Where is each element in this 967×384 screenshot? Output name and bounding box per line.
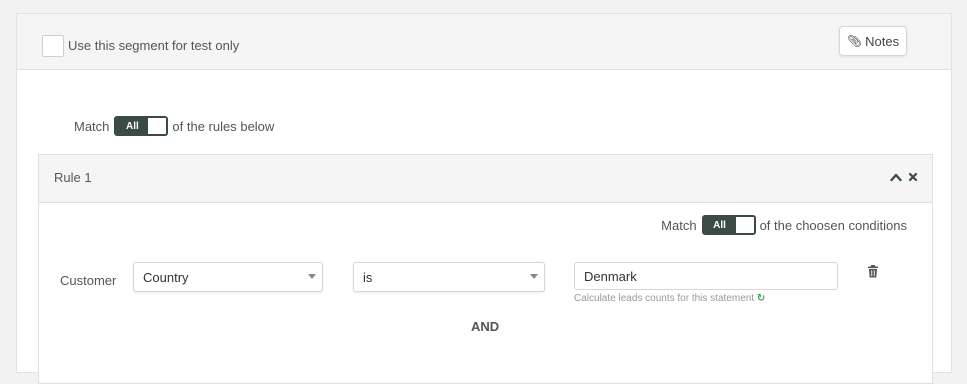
test-only-label: Use this segment for test only xyxy=(68,38,240,53)
toggle-off-area xyxy=(148,118,167,134)
chevron-up-icon[interactable] xyxy=(890,171,902,185)
paperclip-icon: 📎︎ xyxy=(846,34,863,48)
panel-header: Use this segment for test only 📎︎ Notes xyxy=(17,14,951,70)
notes-button-label: Notes xyxy=(865,33,900,49)
operator-select-value: is xyxy=(363,269,373,285)
test-only-checkbox[interactable] xyxy=(42,35,64,57)
rule-card: Rule 1 Match All of the choosen conditio… xyxy=(38,154,933,384)
calc-link-text: Calculate leads counts for this statemen… xyxy=(574,293,755,304)
trash-icon[interactable] xyxy=(867,265,879,279)
refresh-icon: ↻ xyxy=(756,293,766,304)
field-select-value: Country xyxy=(143,269,189,285)
caret-down-icon xyxy=(308,274,316,279)
match-prefix: Match xyxy=(74,118,110,134)
conditions-match-toggle[interactable]: All xyxy=(701,215,756,235)
rules-match-toggle[interactable]: All xyxy=(114,116,169,136)
rule-header: Rule 1 xyxy=(39,155,932,203)
rules-match-row: Match All of the rules below xyxy=(74,116,274,136)
toggle-off-area xyxy=(735,217,754,233)
toggle-on-label: All xyxy=(703,217,736,233)
notes-button[interactable]: 📎︎ Notes xyxy=(839,26,907,56)
calculate-leads-link[interactable]: Calculate leads counts for this statemen… xyxy=(574,293,765,304)
and-connector: AND xyxy=(471,319,500,334)
caret-down-icon xyxy=(530,274,538,279)
cond-match-suffix: of the choosen conditions xyxy=(759,217,907,233)
toggle-on-label: All xyxy=(116,118,149,134)
segment-panel: Use this segment for test only 📎︎ Notes … xyxy=(16,13,952,384)
close-icon[interactable] xyxy=(908,171,918,185)
field-select[interactable]: Country xyxy=(133,262,323,292)
rule-actions xyxy=(890,171,918,185)
operator-select[interactable]: is xyxy=(353,262,545,292)
entity-label: Customer xyxy=(60,273,117,288)
match-suffix: of the rules below xyxy=(172,118,275,134)
conditions-match-row: Match All of the choosen conditions xyxy=(661,215,907,235)
condition-value-input[interactable] xyxy=(574,262,838,290)
rule-title: Rule 1 xyxy=(54,170,92,185)
cond-match-prefix: Match xyxy=(661,217,697,233)
